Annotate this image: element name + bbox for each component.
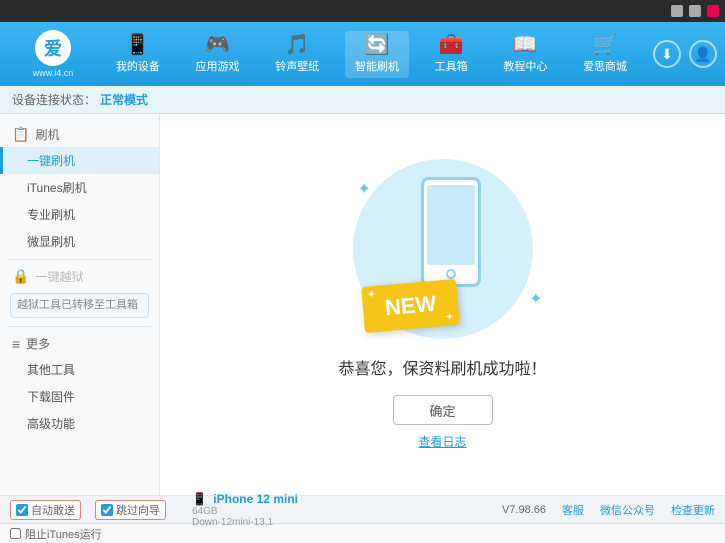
device-storage: 64GB xyxy=(192,506,298,517)
sidebar-item-itunes-flash[interactable]: iTunes刷机 xyxy=(0,174,159,201)
sidebar-divider-2 xyxy=(8,326,151,327)
nav-item-apps-games[interactable]: 🎮 应用游戏 xyxy=(186,31,250,78)
banner-star-bottom: ✦ xyxy=(445,311,453,323)
view-log-link[interactable]: 查看日志 xyxy=(418,433,466,450)
sidebar-item-download-firmware[interactable]: 下载固件 xyxy=(0,383,159,410)
logo-icon: 爱 xyxy=(35,30,71,66)
customer-service-link[interactable]: 客服 xyxy=(562,502,584,518)
auto-send-label: 自动敢送 xyxy=(31,502,75,518)
ringtone-icon: 🎵 xyxy=(285,35,310,55)
sidebar-item-other-tools[interactable]: 其他工具 xyxy=(0,356,159,383)
jailbreak-section-label: 一键越狱 xyxy=(35,268,83,285)
nav-label-ringtone: 铃声壁纸 xyxy=(275,58,319,74)
flash-section-icon: 📋 xyxy=(12,126,29,143)
status-label: 设备连接状态： xyxy=(12,91,96,108)
nav-item-toolbox[interactable]: 🧰 工具箱 xyxy=(425,31,478,78)
nav-label-shop: 爱思商城 xyxy=(583,58,627,74)
skip-wizard-checkbox-area[interactable]: 跳过向导 xyxy=(95,500,166,520)
center-area: ✦ ✦ ✦ NEW ✦ 恭喜您，保资料刷机成功啦！ 确定 查看日志 xyxy=(160,114,725,495)
version-label: V7.98.66 xyxy=(502,504,546,516)
minimize-button[interactable] xyxy=(671,5,683,17)
sidebar-divider-1 xyxy=(8,259,151,260)
confirm-button[interactable]: 确定 xyxy=(393,395,493,425)
download-firmware-label: 下载固件 xyxy=(27,390,75,404)
skip-wizard-label: 跳过向导 xyxy=(116,502,160,518)
banner-star-top: ✦ xyxy=(367,289,375,301)
itunes-flash-label: iTunes刷机 xyxy=(27,181,87,195)
apps-games-icon: 🎮 xyxy=(205,35,230,55)
phone-home-button xyxy=(446,269,456,279)
nav-label-apps-games: 应用游戏 xyxy=(196,58,240,74)
nav-item-my-device[interactable]: 📱 我的设备 xyxy=(106,31,170,78)
device-icon: 📱 xyxy=(192,492,207,506)
more-section-icon: ≡ xyxy=(12,336,20,352)
sparkle-top-left: ✦ xyxy=(358,179,371,199)
other-tools-label: 其他工具 xyxy=(27,363,75,377)
skip-wizard-checkbox[interactable] xyxy=(101,504,113,516)
nav-item-shop[interactable]: 🛒 爱思商城 xyxy=(573,31,637,78)
auto-send-checkbox-area[interactable]: 自动敢送 xyxy=(10,500,81,520)
status-value: 正常模式 xyxy=(100,91,148,108)
jailbreak-notice-text: 越狱工具已转移至工具箱 xyxy=(17,299,138,311)
main-content: 📋 刷机 一键刷机 iTunes刷机 专业刷机 微显刷机 🔒 一键越狱 越狱工具… xyxy=(0,114,725,495)
device-info: 📱 iPhone 12 mini 64GB Down-12mini-13,1 xyxy=(184,490,306,530)
nav-label-toolbox: 工具箱 xyxy=(435,58,468,74)
bottom-left: 自动敢送 跳过向导 📱 iPhone 12 mini 64GB Down-12m… xyxy=(10,490,306,530)
titlebar xyxy=(0,0,725,22)
phone-illustration xyxy=(421,177,481,287)
auto-send-checkbox[interactable] xyxy=(16,504,28,516)
top-navigation: 爱 www.i4.cn 📱 我的设备 🎮 应用游戏 🎵 铃声壁纸 🔄 智能刷机 … xyxy=(0,22,725,86)
sidebar-item-advanced[interactable]: 高级功能 xyxy=(0,410,159,437)
sidebar-section-jailbreak: 🔒 一键越狱 xyxy=(0,264,159,289)
nav-label-my-device: 我的设备 xyxy=(116,58,160,74)
new-banner: ✦ NEW ✦ xyxy=(361,279,460,333)
itunes-block-checkbox[interactable] xyxy=(10,528,21,539)
advanced-label: 高级功能 xyxy=(27,417,75,431)
success-text: 恭喜您，保资料刷机成功啦！ xyxy=(338,355,546,379)
nav-items: 📱 我的设备 🎮 应用游戏 🎵 铃声壁纸 🔄 智能刷机 🧰 工具箱 📖 教程中心… xyxy=(98,31,645,78)
sidebar-item-one-key-flash[interactable]: 一键刷机 xyxy=(0,147,159,174)
nav-label-smart-flash: 智能刷机 xyxy=(355,58,399,74)
logo-area: 爱 www.i4.cn xyxy=(8,30,98,78)
one-key-flash-label: 一键刷机 xyxy=(27,154,75,168)
nav-right: ⬇ 👤 xyxy=(653,40,717,68)
nav-label-tutorial: 教程中心 xyxy=(503,58,547,74)
my-device-icon: 📱 xyxy=(125,35,150,55)
device-name: 📱 iPhone 12 mini xyxy=(192,492,298,506)
more-section-label: 更多 xyxy=(26,335,50,352)
pro-flash-label: 专业刷机 xyxy=(27,208,75,222)
phone-screen xyxy=(427,185,475,265)
sparkle-bottom-right: ✦ xyxy=(529,289,542,309)
jailbreak-notice: 越狱工具已转移至工具箱 xyxy=(10,293,149,318)
close-button[interactable] xyxy=(707,5,719,17)
flash-section-label: 刷机 xyxy=(35,126,59,143)
sidebar-item-downgrade-flash[interactable]: 微显刷机 xyxy=(0,228,159,255)
sidebar-item-pro-flash[interactable]: 专业刷机 xyxy=(0,201,159,228)
statusbar: 设备连接状态： 正常模式 xyxy=(0,86,725,114)
bottombar: 自动敢送 跳过向导 📱 iPhone 12 mini 64GB Down-12m… xyxy=(0,495,725,523)
nav-item-ringtone[interactable]: 🎵 铃声壁纸 xyxy=(265,31,329,78)
wechat-link[interactable]: 微信公众号 xyxy=(600,502,655,518)
illustration: ✦ ✦ ✦ NEW ✦ xyxy=(333,159,553,339)
user-button[interactable]: 👤 xyxy=(689,40,717,68)
nav-item-smart-flash[interactable]: 🔄 智能刷机 xyxy=(345,31,409,78)
maximize-button[interactable] xyxy=(689,5,701,17)
sidebar-section-more[interactable]: ≡ 更多 xyxy=(0,331,159,356)
check-update-link[interactable]: 检查更新 xyxy=(671,502,715,518)
logo-url: www.i4.cn xyxy=(33,68,74,78)
banner-text: NEW xyxy=(383,291,436,320)
downgrade-flash-label: 微显刷机 xyxy=(27,235,75,249)
shop-icon: 🛒 xyxy=(593,35,618,55)
lock-icon: 🔒 xyxy=(12,268,29,285)
device-model: Down-12mini-13,1 xyxy=(192,517,298,528)
sidebar-section-flash[interactable]: 📋 刷机 xyxy=(0,122,159,147)
bottom-right: V7.98.66 客服 微信公众号 检查更新 xyxy=(502,502,715,518)
smart-flash-icon: 🔄 xyxy=(365,35,390,55)
sidebar: 📋 刷机 一键刷机 iTunes刷机 专业刷机 微显刷机 🔒 一键越狱 越狱工具… xyxy=(0,114,160,495)
nav-item-tutorial[interactable]: 📖 教程中心 xyxy=(493,31,557,78)
itunes-status-label: 阻止iTunes运行 xyxy=(25,526,102,542)
toolbox-icon: 🧰 xyxy=(439,35,464,55)
download-button[interactable]: ⬇ xyxy=(653,40,681,68)
tutorial-icon: 📖 xyxy=(513,35,538,55)
